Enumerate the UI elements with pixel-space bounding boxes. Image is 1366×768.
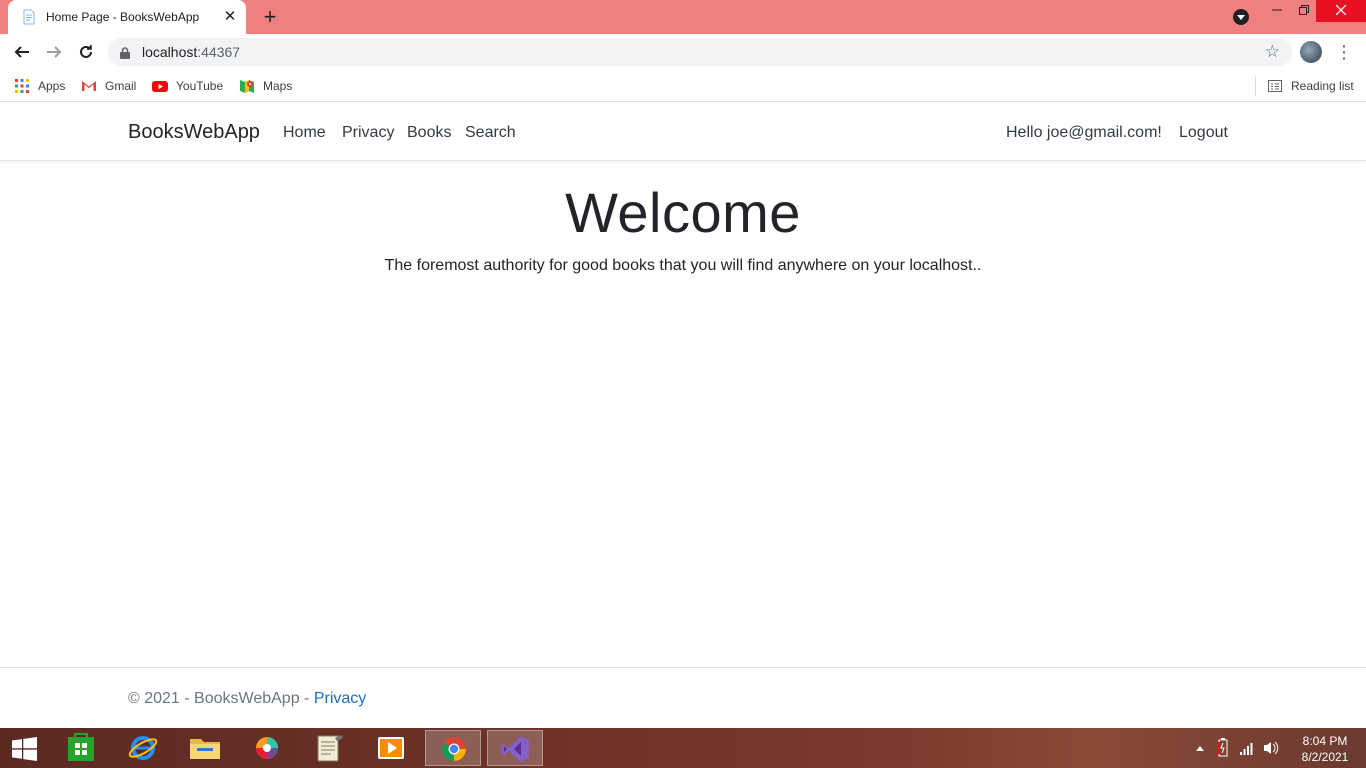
file-explorer-icon[interactable] bbox=[177, 730, 233, 766]
nav-link-home[interactable]: Home bbox=[283, 124, 326, 142]
url-text[interactable]: localhost:44367 bbox=[142, 44, 240, 60]
youtube-icon bbox=[152, 78, 168, 94]
volume-icon[interactable] bbox=[1262, 728, 1280, 768]
reading-list-label: Reading list bbox=[1291, 79, 1354, 93]
bookmark-apps[interactable]: Apps bbox=[14, 76, 65, 96]
windows-taskbar: 8:04 PM 8/2/2021 bbox=[0, 728, 1366, 768]
site-brand-link[interactable]: BooksWebApp bbox=[128, 121, 260, 144]
media-player-icon[interactable] bbox=[363, 730, 419, 766]
nav-link-books[interactable]: Books bbox=[407, 124, 451, 142]
bookmark-label: Gmail bbox=[105, 79, 137, 93]
page-lead-text: The foremost authority for good books th… bbox=[384, 257, 982, 274]
bookmark-youtube[interactable]: YouTube bbox=[152, 76, 223, 96]
window-close-button[interactable] bbox=[1316, 0, 1366, 22]
footer-text: © 2021 - BooksWebApp - Privacy bbox=[128, 690, 366, 708]
back-arrow-icon[interactable] bbox=[10, 40, 34, 64]
nav-link-privacy[interactable]: Privacy bbox=[342, 124, 394, 142]
internet-explorer-icon[interactable] bbox=[115, 730, 171, 766]
bookmark-label: YouTube bbox=[176, 79, 224, 93]
windows-store-icon[interactable] bbox=[53, 730, 109, 766]
footer-privacy-link[interactable]: Privacy bbox=[314, 690, 366, 707]
new-tab-button[interactable]: + bbox=[258, 5, 282, 29]
browser-toolbar: localhost:44367 ☆ ⋮ bbox=[0, 34, 1366, 70]
windows-start-icon[interactable] bbox=[0, 728, 50, 768]
browser-tab[interactable]: Home Page - BooksWebApp ✕ bbox=[8, 0, 246, 34]
gmail-icon bbox=[81, 78, 97, 94]
taskbar-clock[interactable]: 8:04 PM 8/2/2021 bbox=[1292, 733, 1358, 765]
footer-copyright: © 2021 - BooksWebApp - bbox=[128, 690, 314, 707]
url-host: localhost bbox=[142, 44, 198, 60]
bookmark-gmail[interactable]: Gmail bbox=[81, 76, 136, 96]
bookmark-star-icon[interactable]: ☆ bbox=[1265, 42, 1280, 62]
tab-title: Home Page - BooksWebApp bbox=[46, 10, 200, 24]
page-title: Welcome bbox=[565, 181, 801, 244]
reading-list-icon bbox=[1267, 78, 1283, 94]
network-signal-icon[interactable] bbox=[1238, 728, 1256, 768]
clock-date: 8/2/2021 bbox=[1301, 750, 1349, 764]
maps-icon bbox=[239, 78, 255, 94]
apps-grid-icon bbox=[14, 78, 30, 94]
page-favicon-icon bbox=[21, 9, 37, 25]
show-hidden-icons-icon[interactable] bbox=[1195, 728, 1205, 768]
visual-studio-icon[interactable] bbox=[487, 730, 543, 766]
site-navbar: BooksWebApp Home Privacy Books Search He… bbox=[0, 103, 1366, 161]
clock-time: 8:04 PM bbox=[1302, 734, 1348, 748]
bookmark-label: Apps bbox=[38, 79, 66, 93]
bookmark-label: Maps bbox=[263, 79, 293, 93]
tab-search-icon[interactable] bbox=[1233, 9, 1249, 25]
url-port: :44367 bbox=[197, 44, 241, 60]
forward-arrow-icon[interactable] bbox=[42, 40, 66, 64]
bookmark-maps[interactable]: Maps bbox=[239, 76, 292, 96]
reload-icon[interactable] bbox=[74, 40, 98, 64]
tab-close-icon[interactable]: ✕ bbox=[222, 9, 238, 25]
battery-icon[interactable] bbox=[1214, 728, 1232, 768]
site-footer: © 2021 - BooksWebApp - Privacy bbox=[0, 667, 1366, 728]
user-greeting-link[interactable]: Hello joe@gmail.com! bbox=[1006, 124, 1162, 142]
chrome-icon[interactable] bbox=[425, 730, 481, 766]
logout-button[interactable]: Logout bbox=[1179, 124, 1228, 142]
notepad-icon[interactable] bbox=[301, 730, 357, 766]
color-app-icon[interactable] bbox=[239, 730, 295, 766]
reading-list-button[interactable]: Reading list bbox=[1267, 76, 1354, 96]
lock-icon[interactable] bbox=[120, 46, 130, 59]
bookmarks-divider bbox=[1255, 76, 1256, 96]
browser-tabstrip: Home Page - BooksWebApp ✕ + bbox=[0, 0, 1366, 34]
address-bar[interactable]: localhost:44367 ☆ bbox=[108, 38, 1292, 66]
browser-menu-icon[interactable]: ⋮ bbox=[1334, 40, 1354, 64]
bookmarks-bar: Apps Gmail YouTube Maps Reading list bbox=[0, 70, 1366, 102]
nav-link-search[interactable]: Search bbox=[465, 124, 516, 142]
profile-avatar[interactable] bbox=[1300, 41, 1322, 63]
